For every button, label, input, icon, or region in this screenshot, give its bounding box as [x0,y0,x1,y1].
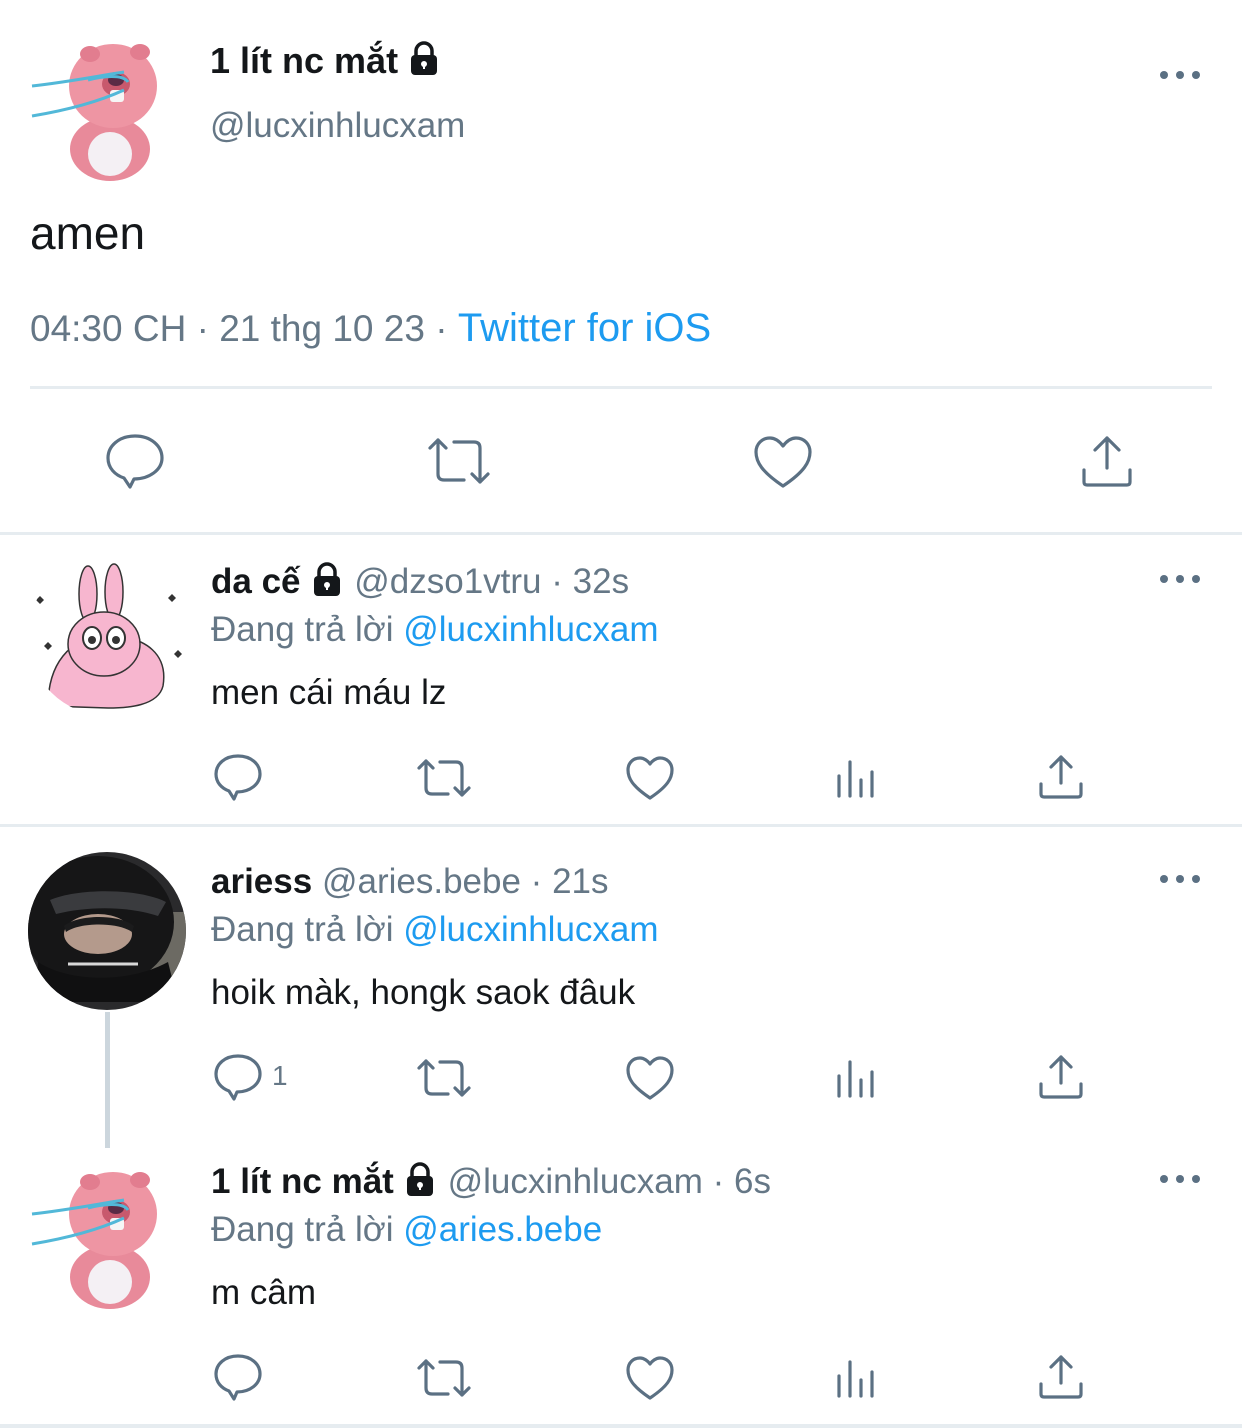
thread-connector-line [105,1012,110,1148]
mention-link[interactable]: @lucxinhlucxam [403,610,658,649]
dot [1160,1175,1168,1183]
main-tweet-display-name[interactable]: 1 lít nc mắt [210,40,442,82]
beaver-avatar-image [28,24,188,184]
display-name-text: 1 lít nc mắt [210,40,399,81]
tweet-age: 21s [552,862,609,901]
main-tweet-more-button[interactable] [1160,68,1200,82]
tweet-time: 04:30 CH [30,308,187,349]
like-icon[interactable] [624,754,676,802]
retweet-icon[interactable] [414,1356,474,1400]
helmet-avatar-image [28,852,186,1010]
main-tweet-text: amen [30,207,146,259]
dot [1160,71,1168,79]
share-icon[interactable] [1078,432,1136,490]
like-icon[interactable] [624,1354,676,1402]
dot [1192,71,1200,79]
reply-header: da cế @dzso1vtru · 32s [211,562,629,602]
display-name-text[interactable]: ariess [211,862,312,901]
handle-text[interactable]: @aries.bebe [322,862,521,901]
main-tweet-meta: 04:30 CH · 21 thg 10 23 · Twitter for iO… [30,306,711,351]
dot [1176,575,1184,583]
analytics-icon[interactable] [834,1358,878,1398]
dot [1160,575,1168,583]
lock-icon [313,562,340,596]
reply-icon[interactable] [212,1052,264,1102]
replying-to: Đang trả lời @aries.bebe [211,1210,602,1250]
display-name-text[interactable]: 1 lít nc mắt [211,1162,394,1201]
share-icon[interactable] [1036,1052,1086,1102]
tweet-age: 32s [572,562,630,601]
reply-text: m câm [211,1273,316,1312]
tweet-more-button[interactable] [1160,572,1200,586]
dot [1192,875,1200,883]
retweet-icon[interactable] [424,434,494,488]
lock-icon [411,41,438,76]
bunny-avatar-image [28,556,188,716]
dot [1192,575,1200,583]
main-tweet-divider [30,386,1212,389]
handle-text[interactable]: @lucxinhlucxam [448,1162,703,1201]
reply-avatar[interactable] [28,556,188,716]
dot [1176,71,1184,79]
reply-icon[interactable] [212,1352,264,1402]
handle-text[interactable]: @dzso1vtru [354,562,541,601]
meta-separator: · [551,562,563,601]
mention-link[interactable]: @aries.bebe [403,1210,602,1249]
lock-icon [406,1162,433,1196]
retweet-icon[interactable] [414,1056,474,1100]
like-icon[interactable] [752,434,814,490]
section-divider [0,1424,1242,1428]
display-name-text[interactable]: da cế [211,562,301,601]
analytics-icon[interactable] [834,758,878,798]
reply-header: ariess @aries.bebe · 21s [211,862,609,902]
replying-prefix: Đang trả lời [211,610,394,649]
dot [1192,1175,1200,1183]
tweet-date: 21 thg 10 23 [219,308,425,349]
tweet-more-button[interactable] [1160,1172,1200,1186]
share-icon[interactable] [1036,752,1086,802]
retweet-icon[interactable] [414,756,474,800]
reply-header: 1 lít nc mắt @lucxinhlucxam · 6s [211,1162,771,1202]
main-tweet-avatar[interactable] [28,24,188,184]
meta-separator: · [530,862,543,901]
replying-to: Đang trả lời @lucxinhlucxam [211,910,659,950]
reply-count: 1 [272,1060,288,1091]
analytics-icon[interactable] [834,1058,878,1098]
reply-avatar[interactable] [28,1152,188,1312]
reply-text: men cái máu lz [211,673,447,712]
reply-text: hoik màk, hongk saok đâuk [211,973,636,1012]
tweet-age: 6s [734,1162,771,1201]
meta-separator: · [196,308,209,349]
beaver-avatar-image [28,1152,188,1312]
replying-prefix: Đang trả lời [211,1210,394,1249]
replying-to: Đang trả lời @lucxinhlucxam [211,610,659,650]
section-divider [0,824,1242,827]
meta-separator: · [712,1162,725,1201]
reply-icon[interactable] [104,432,166,490]
tweet-more-button[interactable] [1160,872,1200,886]
reply-avatar[interactable] [28,852,186,1010]
main-tweet-handle[interactable]: @lucxinhlucxam [210,106,465,146]
section-divider [0,532,1242,535]
meta-separator: · [435,308,448,349]
dot [1176,1175,1184,1183]
mention-link[interactable]: @lucxinhlucxam [403,910,658,949]
dot [1176,875,1184,883]
tweet-source-link[interactable]: Twitter for iOS [458,306,711,350]
share-icon[interactable] [1036,1352,1086,1402]
like-icon[interactable] [624,1054,676,1102]
dot [1160,875,1168,883]
reply-icon[interactable] [212,752,264,802]
replying-prefix: Đang trả lời [211,910,394,949]
